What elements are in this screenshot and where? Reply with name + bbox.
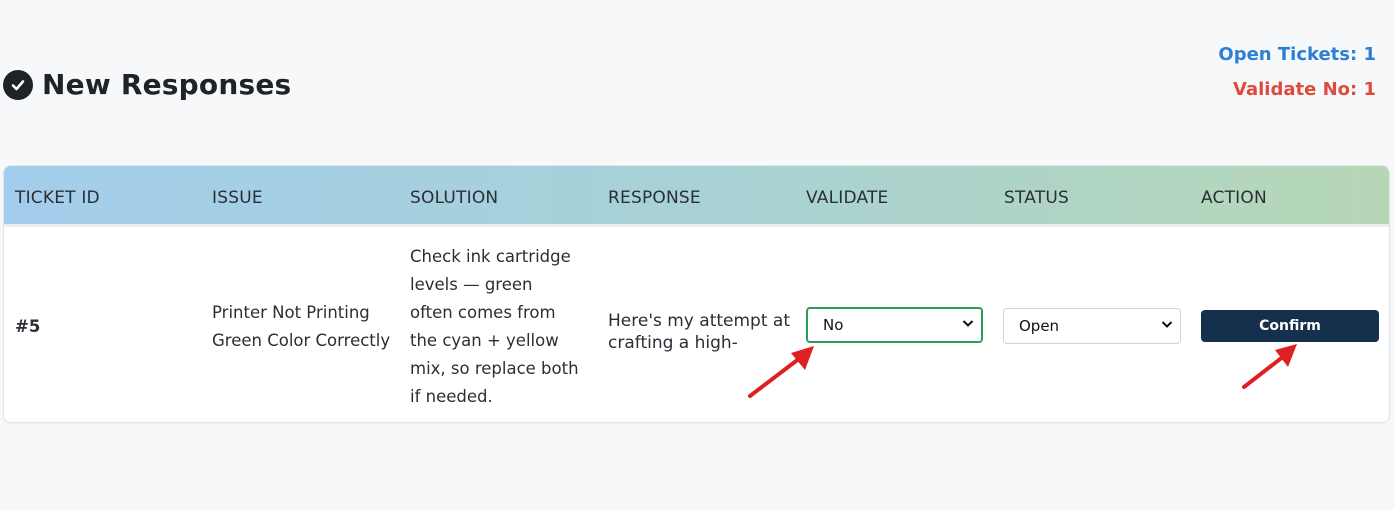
solution-cell: Check ink cartridge levels — green often… <box>410 247 579 406</box>
column-header-issue: ISSUE <box>212 188 263 208</box>
validate-select[interactable]: No <box>806 307 983 343</box>
table-header: TICKET ID ISSUE SOLUTION RESPONSE VALIDA… <box>4 166 1389 227</box>
validate-no-count: Validate No: 1 <box>1233 79 1376 100</box>
ticket-id-cell: #5 <box>15 317 41 336</box>
check-circle-icon <box>3 69 33 100</box>
ticket-stats: Open Tickets: 1 Validate No: 1 <box>1218 44 1376 100</box>
response-cell: Here's my attempt at crafting a high- <box>608 311 790 353</box>
responses-table: TICKET ID ISSUE SOLUTION RESPONSE VALIDA… <box>3 165 1390 423</box>
column-header-action: ACTION <box>1201 188 1267 208</box>
open-tickets-count: Open Tickets: 1 <box>1218 44 1376 65</box>
chevron-down-icon <box>1160 317 1174 335</box>
page: New Responses Open Tickets: 1 Validate N… <box>0 0 1395 510</box>
validate-select-value: No <box>823 316 844 334</box>
column-header-status: STATUS <box>1004 188 1069 208</box>
status-select-value: Open <box>1019 317 1060 335</box>
column-header-validate: VALIDATE <box>806 188 889 208</box>
header: New Responses <box>3 68 291 101</box>
confirm-button[interactable]: Confirm <box>1201 310 1379 342</box>
column-header-solution: SOLUTION <box>410 188 499 208</box>
issue-cell: Printer Not Printing Green Color Correct… <box>212 303 391 350</box>
chevron-down-icon <box>961 316 975 334</box>
status-select[interactable]: Open <box>1003 308 1181 344</box>
column-header-response: RESPONSE <box>608 188 701 208</box>
column-header-ticket-id: TICKET ID <box>15 188 100 208</box>
page-title: New Responses <box>42 68 292 101</box>
